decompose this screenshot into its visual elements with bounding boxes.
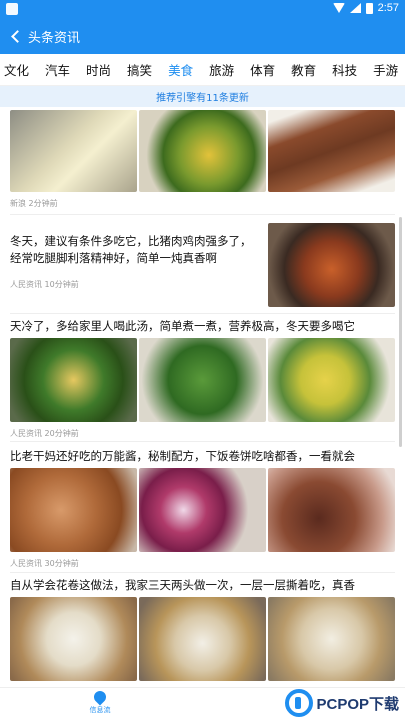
news-source: 人民资讯 — [10, 559, 42, 568]
news-meta: 人民资讯 20分钟前 — [10, 428, 79, 439]
tab-feed[interactable]: 信息流 — [70, 688, 130, 715]
news-title: 冬天，建议有条件多吃它，比猪肉鸡肉强多了，经常吃腿脚利落精神好，简单一炖真香啊 — [10, 234, 252, 265]
bottom-tab-bar: 信息流 我的 PCPOP下载 — [0, 687, 405, 720]
tab-mobile-games[interactable]: 手游 — [365, 60, 405, 79]
news-item[interactable]: 比老干妈还好吃的万能酱，秘制配方，下饭卷饼吃啥都香，一看就会 人民资讯 30分钟… — [10, 448, 395, 572]
watermark: PCPOP下载 — [285, 689, 399, 717]
news-image — [268, 110, 395, 192]
tab-education[interactable]: 教育 — [283, 60, 324, 79]
news-image — [139, 338, 266, 422]
news-meta: 人民资讯 10分钟前 — [10, 279, 79, 290]
news-meta: 人民资讯 30分钟前 — [10, 558, 79, 569]
news-image — [268, 223, 395, 307]
news-image — [139, 597, 266, 681]
tab-sports[interactable]: 体育 — [242, 60, 283, 79]
news-time: 30分钟前 — [44, 559, 79, 568]
divider — [10, 572, 395, 573]
wifi-icon — [332, 3, 345, 13]
watermark-text: PCPOP下载 — [316, 695, 399, 713]
refresh-banner[interactable]: 推荐引擎有11条更新 — [0, 86, 405, 107]
news-image — [10, 110, 137, 192]
news-image — [10, 338, 137, 422]
tab-fashion[interactable]: 时尚 — [78, 60, 119, 79]
category-tabs: 文化 汽车 时尚 搞笑 美食 旅游 体育 教育 科技 手游 星座 — [0, 54, 405, 86]
news-image — [139, 110, 266, 192]
news-meta: 新浪 2分钟前 — [10, 198, 58, 209]
news-feed[interactable]: 新浪 2分钟前 冬天，建议有条件多吃它，比猪肉鸡肉强多了，经常吃腿脚利落精神好，… — [0, 107, 405, 687]
status-icons: 2:57 — [332, 2, 399, 14]
tab-feed-label: 信息流 — [89, 706, 111, 714]
news-item[interactable]: 自从学会花卷这做法，我家三天两头做一次，一层一层撕着吃，真香 — [10, 577, 395, 687]
back-icon[interactable] — [6, 18, 26, 54]
news-item[interactable]: 天冷了，多给家里人喝此汤，简单煮一煮，营养极高，冬天要多喝它 人民资讯 20分钟… — [10, 318, 395, 442]
droplet-icon — [91, 688, 109, 706]
pcpop-logo-icon — [285, 689, 314, 717]
signal-icon — [349, 3, 361, 13]
tab-culture[interactable]: 文化 — [0, 60, 37, 79]
status-bar: 2:57 — [0, 0, 405, 18]
news-image — [10, 597, 137, 681]
tab-tech[interactable]: 科技 — [324, 60, 365, 79]
tab-food[interactable]: 美食 — [160, 60, 201, 79]
status-time: 2:57 — [377, 2, 399, 14]
news-image — [139, 468, 266, 552]
page-title: 头条资讯 — [28, 30, 81, 46]
tab-travel[interactable]: 旅游 — [201, 60, 242, 79]
news-image — [10, 468, 137, 552]
news-source: 人民资讯 — [10, 280, 42, 289]
news-image — [268, 338, 395, 422]
tab-auto[interactable]: 汽车 — [37, 60, 78, 79]
news-image — [268, 597, 395, 681]
divider — [10, 214, 395, 215]
news-time: 20分钟前 — [44, 429, 79, 438]
news-title: 自从学会花卷这做法，我家三天两头做一次，一层一层撕着吃，真香 — [10, 578, 355, 592]
news-source: 人民资讯 — [10, 429, 42, 438]
divider — [10, 313, 395, 314]
tab-funny[interactable]: 搞笑 — [119, 60, 160, 79]
news-item[interactable]: 冬天，建议有条件多吃它，比猪肉鸡肉强多了，经常吃腿脚利落精神好，简单一炖真香啊 … — [10, 223, 395, 311]
news-source: 新浪 — [10, 199, 26, 208]
scrollbar[interactable] — [399, 217, 402, 447]
news-image — [268, 468, 395, 552]
news-title: 比老干妈还好吃的万能酱，秘制配方，下饭卷饼吃啥都香，一看就会 — [10, 449, 355, 463]
news-time: 2分钟前 — [28, 199, 58, 208]
app-bar: 头条资讯 — [0, 18, 405, 54]
news-title: 天冷了，多给家里人喝此汤，简单煮一煮，营养极高，冬天要多喝它 — [10, 319, 355, 333]
notification-icon — [6, 3, 18, 15]
news-item[interactable]: 新浪 2分钟前 — [10, 110, 395, 215]
divider — [10, 441, 395, 442]
battery-icon — [365, 2, 373, 14]
news-time: 10分钟前 — [44, 280, 79, 289]
